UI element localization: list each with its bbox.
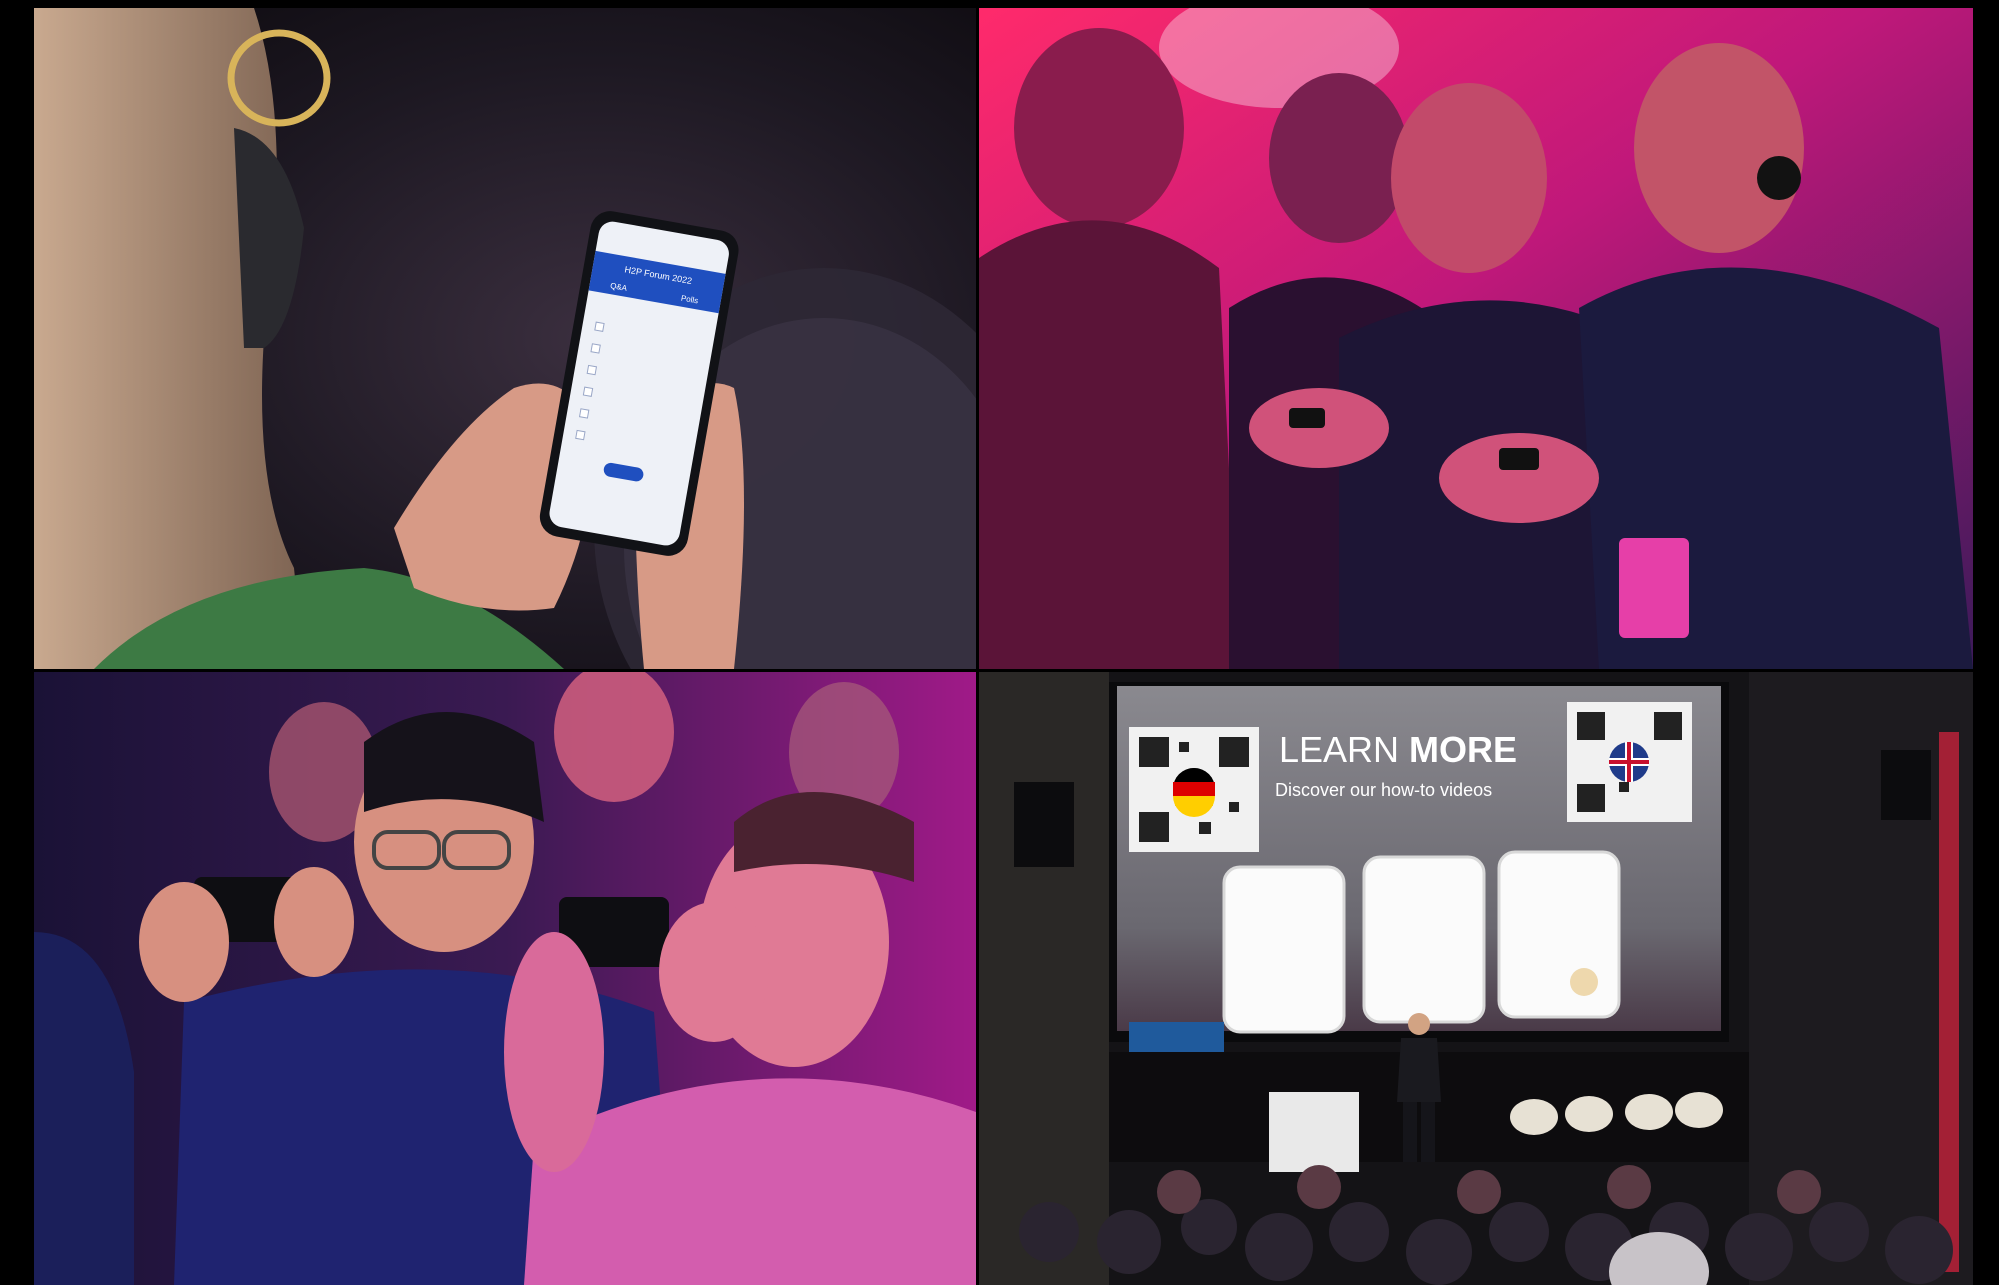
phone-user-photo: H2P Forum 2022 Q&A Polls [34,8,976,669]
audience-phones-panel [979,8,1973,669]
screen-phone-mockups [1222,850,1621,1034]
photo-collage: H2P Forum 2022 Q&A Polls LEARN MORE Disc… [0,0,1999,1285]
photographers-panel [34,672,976,1285]
audience-phones-photo [979,8,1973,669]
stage-photo: LEARN MORE Discover our how-to videos [979,672,1973,1285]
flag-germany-icon [1173,768,1215,817]
screen-subtitle: Discover our how-to videos [1275,780,1492,800]
phone-user-panel: H2P Forum 2022 Q&A Polls [34,8,976,669]
stage-presentation-panel: LEARN MORE Discover our how-to videos [979,672,1973,1285]
screen-headline-light: LEARN [1279,729,1409,770]
screen-headline-bold: MORE [1409,729,1517,770]
screen-headline: LEARN MORE [1279,729,1517,770]
flag-uk-icon [1609,742,1649,782]
photographers-photo [34,672,976,1285]
